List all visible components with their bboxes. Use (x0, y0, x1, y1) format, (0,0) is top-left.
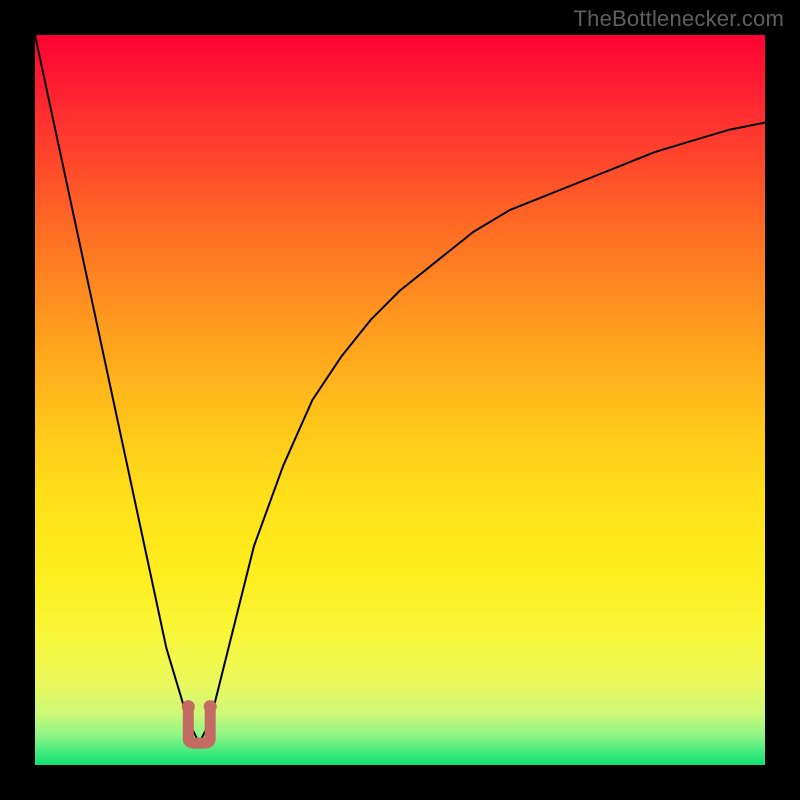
minimum-marker-end (204, 700, 217, 713)
chart-plot-area (35, 35, 765, 765)
chart-stage: TheBottlenecker.com (0, 0, 800, 800)
bottleneck-curve-svg (35, 35, 765, 765)
minimum-marker-end (182, 700, 195, 713)
bottleneck-curve-path (35, 35, 765, 743)
watermark-text: TheBottlenecker.com (574, 6, 784, 32)
